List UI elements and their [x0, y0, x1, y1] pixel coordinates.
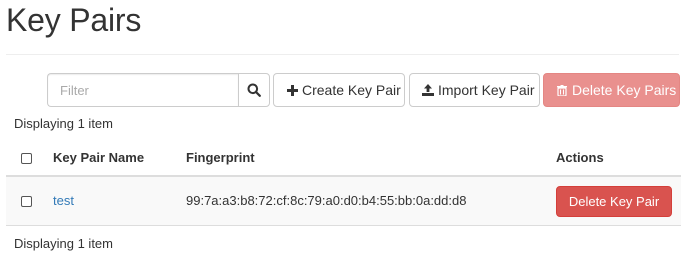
- header-key-pair-name: Key Pair Name: [53, 150, 145, 165]
- import-key-pair-button[interactable]: Import Key Pair: [409, 73, 540, 107]
- filter-group: [47, 73, 270, 107]
- filter-button[interactable]: [238, 73, 270, 107]
- key-pair-name-link[interactable]: test: [53, 193, 74, 208]
- key-pairs-table: Key Pair Name Fingerprint Actions test 9…: [6, 139, 681, 226]
- import-key-pair-label: Import Key Pair: [438, 82, 535, 98]
- row-select-checkbox[interactable]: [21, 196, 32, 207]
- upload-icon: [422, 83, 434, 97]
- create-key-pair-button[interactable]: Create Key Pair: [273, 73, 405, 107]
- title-divider: [6, 54, 679, 55]
- key-pair-fingerprint: 99:7a:a3:b8:72:cf:8c:79:a0:d0:b4:55:bb:0…: [186, 193, 467, 208]
- page-title: Key Pairs: [6, 2, 142, 38]
- table-toolbar: Create Key Pair Import Key Pair Delete K…: [47, 73, 680, 107]
- header-fingerprint: Fingerprint: [186, 150, 255, 165]
- select-all-checkbox[interactable]: [21, 153, 32, 164]
- table-header: Key Pair Name Fingerprint Actions: [6, 139, 681, 177]
- delete-key-pair-button[interactable]: Delete Key Pair: [556, 186, 672, 217]
- trash-icon: [556, 83, 568, 97]
- plus-icon: [286, 83, 298, 97]
- item-count-bottom: Displaying 1 item: [14, 236, 113, 251]
- table-row: test 99:7a:a3:b8:72:cf:8c:79:a0:d0:b4:55…: [6, 177, 681, 226]
- header-actions: Actions: [556, 150, 604, 165]
- create-key-pair-label: Create Key Pair: [302, 82, 401, 98]
- search-icon: [247, 83, 261, 97]
- delete-key-pairs-label: Delete Key Pairs: [572, 82, 677, 98]
- filter-input[interactable]: [47, 73, 238, 107]
- delete-key-pairs-button[interactable]: Delete Key Pairs: [543, 73, 680, 107]
- item-count-top: Displaying 1 item: [14, 116, 113, 131]
